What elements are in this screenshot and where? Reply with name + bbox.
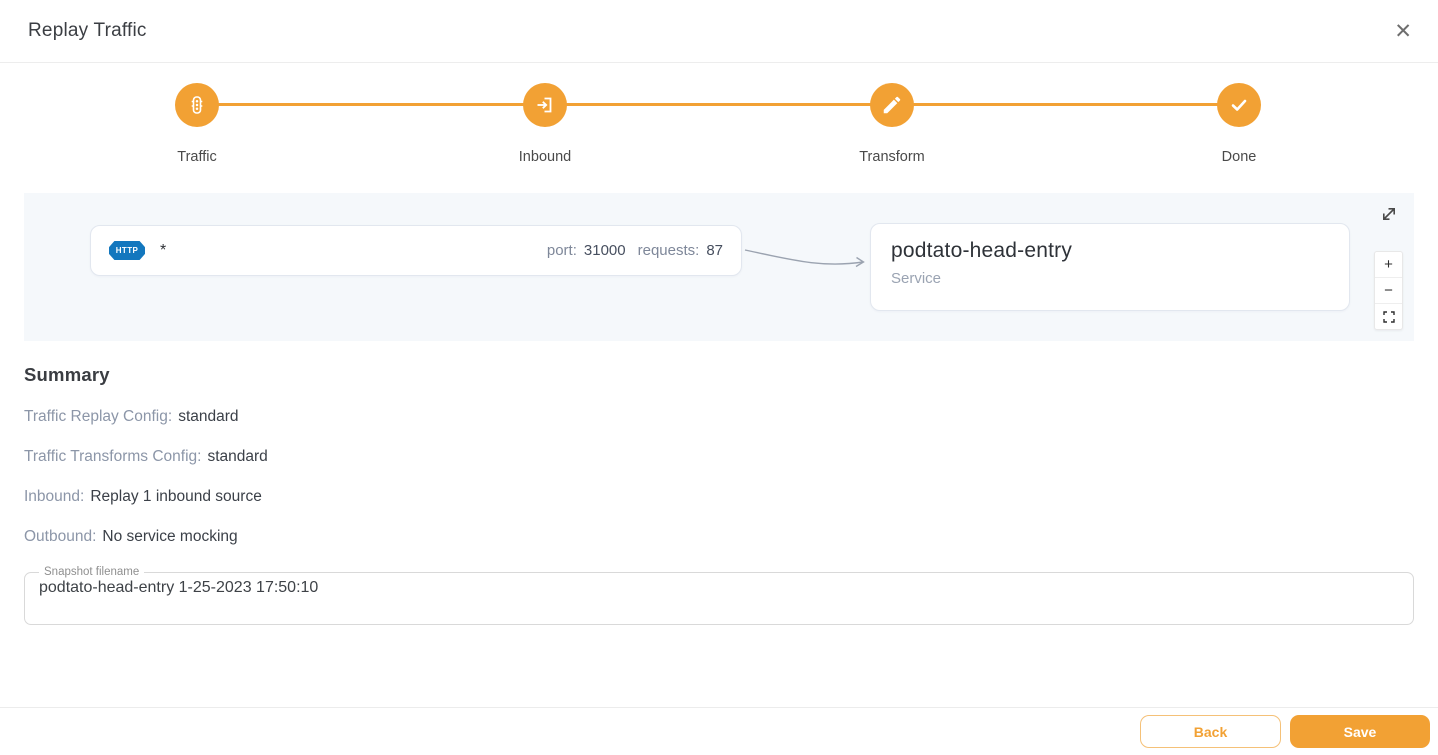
step-traffic[interactable]: Traffic xyxy=(117,81,277,165)
close-icon[interactable]: ✕ xyxy=(1394,21,1412,42)
check-icon xyxy=(1217,83,1261,127)
step-transform[interactable]: Transform xyxy=(812,81,972,165)
service-type-label: Service xyxy=(891,270,942,287)
traffic-light-icon xyxy=(175,83,219,127)
step-inbound[interactable]: Inbound xyxy=(465,81,625,165)
pencil-icon xyxy=(870,83,914,127)
summary-value: No service mocking xyxy=(102,528,238,545)
summary-label: Traffic Transforms Config: xyxy=(24,448,202,465)
page-title: Replay Traffic xyxy=(28,20,147,41)
service-name: podtato-head-entry xyxy=(891,239,1073,262)
service-node[interactable]: podtato-head-entry Service xyxy=(870,223,1350,311)
snapshot-filename-field: Snapshot filename xyxy=(24,566,1414,625)
step-label-transform: Transform xyxy=(859,149,925,165)
zoom-in-button[interactable]: + xyxy=(1375,252,1402,278)
summary-row-outbound: Outbound: No service mocking xyxy=(24,528,268,546)
port-label: port: xyxy=(546,242,577,259)
step-label-traffic: Traffic xyxy=(177,149,217,165)
requests-value: 87 xyxy=(706,242,723,259)
save-button[interactable]: Save xyxy=(1290,715,1430,748)
summary-row-inbound: Inbound: Replay 1 inbound source xyxy=(24,488,268,506)
back-button[interactable]: Back xyxy=(1140,715,1281,748)
summary-row-traffic-transforms-config: Traffic Transforms Config: standard xyxy=(24,448,268,466)
summary-value: standard xyxy=(207,448,268,465)
route-path: * xyxy=(160,241,167,259)
edge-connector-arrow xyxy=(744,249,865,268)
stepper-connector-line xyxy=(197,103,1239,106)
summary-label: Outbound: xyxy=(24,528,97,545)
summary-label: Traffic Replay Config: xyxy=(24,408,173,425)
summary-row-traffic-replay-config: Traffic Replay Config: standard xyxy=(24,408,268,426)
zoom-out-button[interactable]: − xyxy=(1375,278,1402,304)
port-value: 31000 xyxy=(583,242,626,259)
traffic-diagram-canvas[interactable]: HTTP * port: 31000 requests: 87 podtato-… xyxy=(24,193,1414,341)
snapshot-filename-input[interactable] xyxy=(37,578,1401,605)
node-stats: port: 31000 requests: 87 xyxy=(547,242,723,259)
fit-view-button[interactable] xyxy=(1375,304,1402,329)
zoom-controls: + − xyxy=(1374,251,1403,330)
step-label-inbound: Inbound xyxy=(518,149,572,165)
summary-heading: Summary xyxy=(24,364,110,385)
requests-label: requests: xyxy=(637,242,700,259)
step-done[interactable]: Done xyxy=(1159,81,1319,165)
dialog-footer: Back Save xyxy=(0,707,1438,755)
dialog-header: Replay Traffic ✕ xyxy=(0,0,1438,63)
snapshot-filename-label: Snapshot filename xyxy=(44,566,140,578)
expand-diagram-icon[interactable] xyxy=(1379,204,1399,224)
step-label-done: Done xyxy=(1221,149,1257,165)
http-protocol-badge: HTTP xyxy=(109,241,145,260)
summary-value: Replay 1 inbound source xyxy=(90,488,262,505)
summary-label: Inbound: xyxy=(24,488,85,505)
wizard-stepper: Traffic Inbound Transform Done xyxy=(0,81,1438,183)
sign-in-icon xyxy=(523,83,567,127)
summary-value: standard xyxy=(178,408,239,425)
traffic-source-node[interactable]: HTTP * port: 31000 requests: 87 xyxy=(90,225,742,276)
summary-section: Summary Traffic Replay Config: standard T… xyxy=(24,364,268,546)
